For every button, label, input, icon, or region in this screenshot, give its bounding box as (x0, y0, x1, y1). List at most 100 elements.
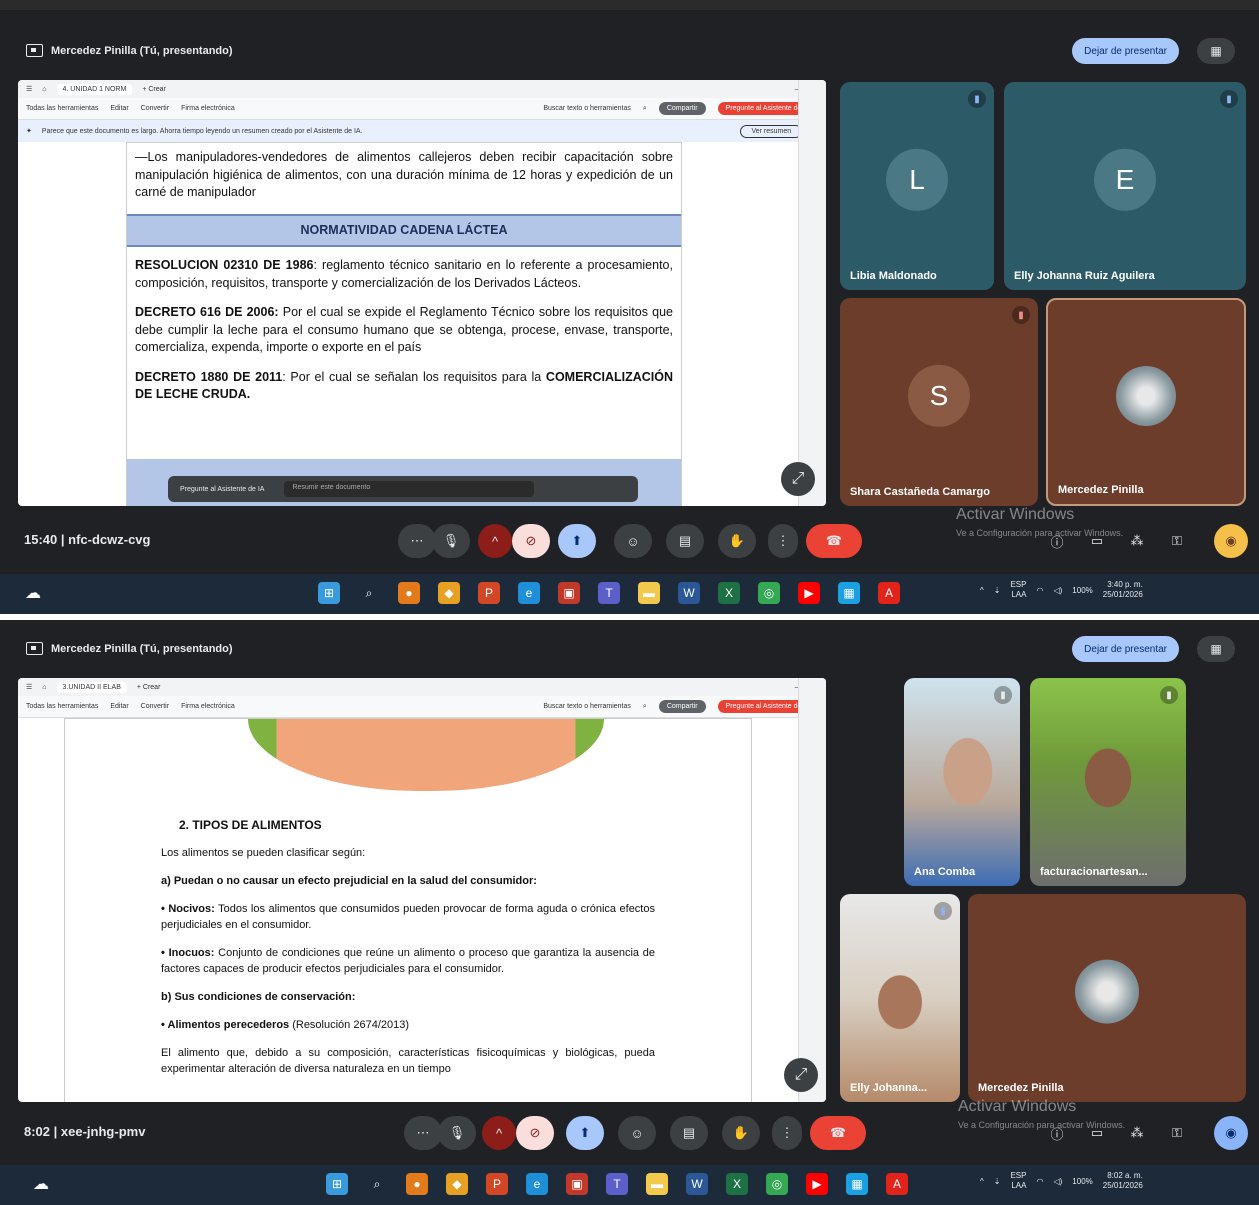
chevron-up-icon[interactable]: ^ (980, 1177, 984, 1186)
toolbar-convert[interactable]: Convertir (141, 703, 169, 710)
new-tab-button[interactable]: + Crear (142, 86, 166, 93)
teams-icon[interactable]: T (598, 582, 620, 604)
youtube-icon[interactable]: ▶ (806, 1173, 828, 1195)
participant-tile[interactable]: ▮ facturacionartesan... (1030, 678, 1186, 886)
wifi-icon[interactable]: ◠ (1036, 1177, 1043, 1186)
microphone-icon[interactable]: 🎙 (438, 1116, 476, 1150)
word-icon[interactable]: W (686, 1173, 708, 1195)
app-icon[interactable]: P (486, 1173, 508, 1195)
search-icon[interactable]: ⌕ (643, 105, 647, 113)
participant-tile-self[interactable]: Mercedez Pinilla (1046, 298, 1246, 506)
acrobat-icon[interactable]: A (886, 1173, 908, 1195)
activities-icon[interactable]: ⁂ (1118, 524, 1156, 558)
toolbar-convert[interactable]: Convertir (141, 105, 169, 112)
share-button[interactable]: Compartir (658, 102, 706, 115)
more-options-icon[interactable]: ⋯ (404, 1116, 442, 1150)
word-icon[interactable]: W (678, 582, 700, 604)
new-tab-button[interactable]: + Crear (137, 684, 161, 691)
participant-tile[interactable]: ▮ E Elly Johanna Ruiz Aguilera (1004, 82, 1246, 290)
search-icon[interactable]: ⌕ (643, 703, 647, 711)
pdf-tab[interactable]: 4. UNIDAD 1 NORM (56, 83, 133, 95)
chat-icon[interactable]: ▭ (1078, 1116, 1116, 1150)
excel-icon[interactable]: X (718, 582, 740, 604)
toolbar-esign[interactable]: Firma electrónica (181, 105, 235, 112)
toolbar-all-tools[interactable]: Todas las herramientas (26, 703, 98, 710)
user-avatar[interactable]: ◉ (1214, 1116, 1248, 1150)
more-options-icon[interactable]: ⋯ (398, 524, 436, 558)
more-vert-icon[interactable]: ⋮ (768, 524, 798, 558)
more-vert-icon[interactable]: ⋮ (772, 1116, 802, 1150)
home-icon[interactable]: ⌂ (42, 86, 46, 93)
folder-icon[interactable]: ▬ (638, 582, 660, 604)
pdf-search[interactable]: Buscar texto o herramientas (543, 703, 631, 710)
emoji-icon[interactable]: ☺ (618, 1116, 656, 1150)
chevron-up-icon[interactable]: ^ (980, 586, 984, 595)
language-indicator[interactable]: ESP LAA (1010, 580, 1026, 601)
participant-tile[interactable]: ▮ Elly Johanna... (840, 894, 960, 1102)
toolbar-edit[interactable]: Editar (110, 703, 128, 710)
stop-presenting-button[interactable]: Dejar de presentar (1072, 38, 1179, 64)
info-icon[interactable]: ⓘ (1038, 524, 1076, 558)
host-controls-icon[interactable]: ⚿ (1158, 524, 1196, 558)
participant-tile-self[interactable]: Mercedez Pinilla (968, 894, 1246, 1102)
volume-icon[interactable]: ◁) (1053, 586, 1062, 595)
clock[interactable]: 3:40 p. m. 25/01/2026 (1103, 580, 1143, 601)
excel-icon[interactable]: X (726, 1173, 748, 1195)
expand-icon[interactable]: ⤢ (781, 462, 815, 496)
weather-icon[interactable]: ☁ (30, 1173, 52, 1195)
app-icon[interactable]: ▦ (846, 1173, 868, 1195)
share-button[interactable]: Compartir (658, 700, 706, 713)
layout-grid-icon[interactable]: ▦ (1197, 636, 1235, 662)
chrome-icon[interactable]: ◎ (758, 582, 780, 604)
youtube-icon[interactable]: ▶ (798, 582, 820, 604)
present-button[interactable]: ⬆ (558, 524, 596, 558)
participant-tile[interactable]: ▮ S Shara Castañeda Camargo (840, 298, 1038, 506)
layout-grid-icon[interactable]: ▦ (1197, 38, 1235, 64)
edge-icon[interactable]: e (518, 582, 540, 604)
end-call-button[interactable]: ☎ (806, 524, 862, 558)
app-icon[interactable]: ● (398, 582, 420, 604)
menu-icon[interactable]: ☰ (26, 85, 32, 93)
raise-hand-icon[interactable]: ✋ (718, 524, 756, 558)
chrome-icon[interactable]: ◎ (766, 1173, 788, 1195)
present-button[interactable]: ⬆ (566, 1116, 604, 1150)
captions-icon[interactable]: ▤ (670, 1116, 708, 1150)
toolbar-all-tools[interactable]: Todas las herramientas (26, 105, 98, 112)
weather-icon[interactable]: ☁ (22, 582, 44, 604)
pdf-search[interactable]: Buscar texto o herramientas (543, 105, 631, 112)
language-indicator[interactable]: ESP LAA (1010, 1171, 1026, 1192)
pdf-tab[interactable]: 3.UNIDAD II ELAB (56, 681, 127, 693)
search-icon[interactable]: ⌕ (358, 582, 380, 604)
ask-ai-input[interactable]: Resumir este documento (284, 481, 535, 497)
activities-icon[interactable]: ⁂ (1118, 1116, 1156, 1150)
app-icon[interactable]: P (478, 582, 500, 604)
chevron-up-icon[interactable]: ^ (482, 1116, 516, 1150)
app-icon[interactable]: ▦ (838, 582, 860, 604)
app-icon[interactable]: ● (406, 1173, 428, 1195)
home-icon[interactable]: ⌂ (42, 684, 46, 691)
toolbar-edit[interactable]: Editar (110, 105, 128, 112)
folder-icon[interactable]: ▬ (646, 1173, 668, 1195)
info-icon[interactable]: ⓘ (1038, 1116, 1076, 1150)
raise-hand-icon[interactable]: ✋ (722, 1116, 760, 1150)
microphone-icon[interactable]: 🎙 (432, 524, 470, 558)
host-controls-icon[interactable]: ⚿ (1158, 1116, 1196, 1150)
participant-tile[interactable]: ▮ L Libia Maldonado (840, 82, 994, 290)
clock[interactable]: 8:02 a. m. 25/01/2026 (1103, 1171, 1143, 1192)
chevron-up-icon[interactable]: ^ (478, 524, 512, 558)
emoji-icon[interactable]: ☺ (614, 524, 652, 558)
app-icon[interactable]: ◆ (446, 1173, 468, 1195)
participant-tile[interactable]: ▮ Ana Comba (904, 678, 1020, 886)
stop-presenting-button[interactable]: Dejar de presentar (1072, 636, 1179, 662)
camera-off-icon[interactable]: ⊘ (516, 1116, 554, 1150)
acrobat-icon[interactable]: A (878, 582, 900, 604)
toolbar-esign[interactable]: Firma electrónica (181, 703, 235, 710)
wifi-icon[interactable]: ◠ (1036, 586, 1043, 595)
edge-icon[interactable]: e (526, 1173, 548, 1195)
start-icon[interactable]: ⊞ (318, 582, 340, 604)
camera-off-icon[interactable]: ⊘ (512, 524, 550, 558)
view-summary-button[interactable]: Ver resumen (740, 124, 803, 138)
teams-icon[interactable]: T (606, 1173, 628, 1195)
user-avatar[interactable]: ◉ (1214, 524, 1248, 558)
volume-icon[interactable]: ◁) (1053, 1177, 1062, 1186)
